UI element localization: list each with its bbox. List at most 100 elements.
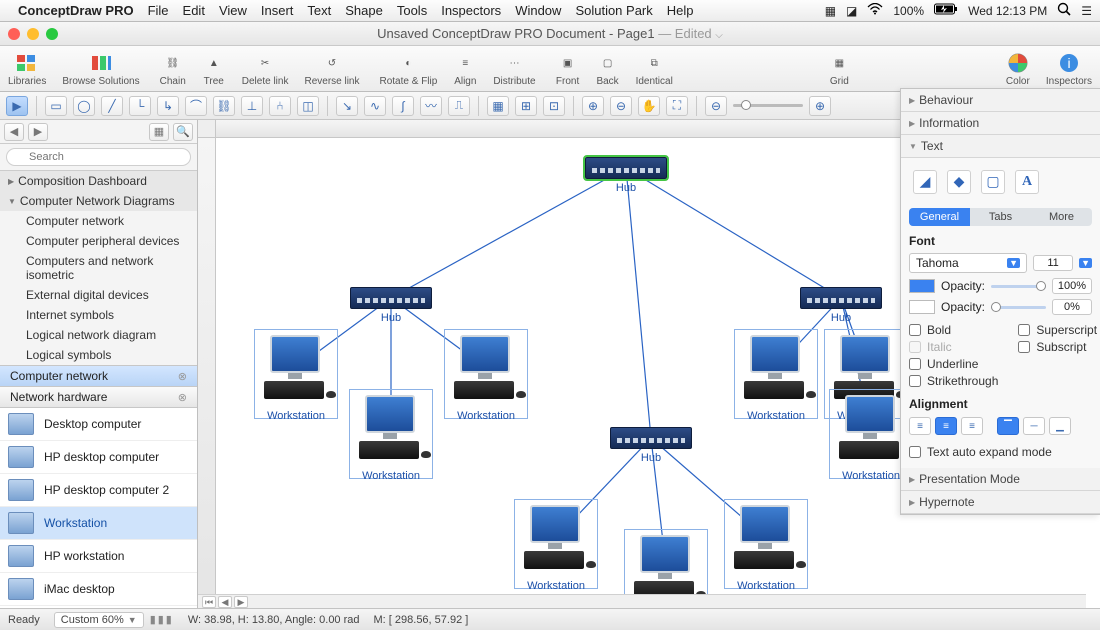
shadow-inspector-icon[interactable]: ▢ [981,170,1005,194]
tree-item[interactable]: Computers and network isometric [0,251,197,285]
delete-link-button[interactable]: ✂Delete link [240,50,291,89]
tab-more[interactable]: More [1031,208,1092,226]
workstation-shape[interactable] [450,335,522,401]
arc-tool[interactable]: ⌒ [185,96,207,116]
super-checkbox[interactable]: Superscript [1018,323,1097,337]
close-tab-icon[interactable]: ⊗ [178,370,187,383]
front-button[interactable]: ▣Front [554,50,582,89]
fill-color-swatch[interactable] [909,279,935,293]
branch-tool[interactable]: ⑃ [269,96,291,116]
tree-composition[interactable]: Composition Dashboard [0,171,197,191]
pointer-tool[interactable]: ▶ [6,96,28,116]
zoom-in-tool[interactable]: ⊕ [582,96,604,116]
view-search-button[interactable]: 🔍 [173,123,193,141]
reverse-link-button[interactable]: ↺Reverse link [302,50,361,89]
sub-checkbox[interactable]: Subscript [1018,340,1097,354]
library-tab-computer-network[interactable]: Computer network⊗ [0,366,197,387]
view-grid-button[interactable]: ▦ [149,123,169,141]
italic-checkbox[interactable]: Italic [909,340,998,354]
pan-tool[interactable]: ✋ [638,96,660,116]
library-tab-network-hardware[interactable]: Network hardware⊗ [0,387,197,408]
zoom-select[interactable]: Custom 60%▼ [54,612,144,628]
line-tool[interactable]: ╱ [101,96,123,116]
menu-inspectors[interactable]: Inspectors [441,3,501,18]
distribute-button[interactable]: ⋯Distribute [491,50,537,89]
inspector-behaviour[interactable]: Behaviour [901,89,1100,112]
menubar-clock[interactable]: Wed 12:13 PM [968,4,1047,18]
hub-shape[interactable] [610,427,692,449]
bezier-tool[interactable]: 〰 [420,96,442,116]
notification-center-icon[interactable]: ☰ [1081,4,1092,18]
ellipse-tool[interactable]: ◯ [73,96,95,116]
align-right-button[interactable]: ≡ [961,417,983,435]
align-left-button[interactable]: ≡ [909,417,931,435]
battery-icon[interactable] [934,3,958,18]
shape-item[interactable]: Workstation [0,507,197,540]
snap-grid-tool[interactable]: ▦ [487,96,509,116]
inspector-hypernote[interactable]: Hypernote [901,491,1100,514]
title-dropdown-icon[interactable]: ⌵ [715,30,723,41]
align-button[interactable]: ≡Align [451,50,479,89]
valign-bot-button[interactable]: ▁ [1049,417,1071,435]
menu-view[interactable]: View [219,3,247,18]
connector-tool[interactable]: └ [129,96,151,116]
wifi-icon[interactable] [867,3,883,18]
menu-insert[interactable]: Insert [261,3,294,18]
inspector-presentation[interactable]: Presentation Mode [901,468,1100,491]
menu-tools[interactable]: Tools [397,3,427,18]
arrow-line-tool[interactable]: ↘ [336,96,358,116]
hub-shape[interactable] [800,287,882,309]
tree-item[interactable]: Logical symbols [0,345,197,365]
bold-checkbox[interactable]: Bold [909,323,998,337]
underline-checkbox[interactable]: Underline [909,357,998,371]
tab-tabs[interactable]: Tabs [970,208,1031,226]
color-button[interactable]: Color [1004,50,1032,89]
menu-solution-park[interactable]: Solution Park [575,3,652,18]
menu-text[interactable]: Text [307,3,331,18]
tab-general[interactable]: General [909,208,970,226]
font-size-input[interactable]: 11 [1033,255,1073,271]
scroll-prev-button[interactable]: ◀ [218,596,232,608]
shape-item[interactable]: HP laptop [0,606,197,608]
spotlight-icon[interactable] [1057,2,1071,19]
workstation-shape[interactable] [730,505,802,571]
zoom-slider[interactable] [733,104,803,107]
fill-opacity-slider[interactable] [991,285,1046,288]
shape-item[interactable]: HP desktop computer 2 [0,474,197,507]
font-family-select[interactable]: Tahoma▼ [909,253,1027,273]
tree-item[interactable]: Computer peripheral devices [0,231,197,251]
menu-shape[interactable]: Shape [345,3,383,18]
line-inspector-icon[interactable]: ◆ [947,170,971,194]
hub-shape[interactable] [585,157,667,179]
workstation-shape[interactable] [630,535,702,601]
text-inspector-icon[interactable]: A [1015,170,1039,194]
horizontal-scrollbar[interactable]: ⏮ ◀ ▶ [198,594,1086,608]
round-connector-tool[interactable]: ⎍ [448,96,470,116]
snap-guides-tool[interactable]: ⊞ [515,96,537,116]
workstation-shape[interactable] [260,335,332,401]
menu-file[interactable]: File [148,3,169,18]
tree-item[interactable]: Internet symbols [0,305,197,325]
library-search-input[interactable] [6,148,191,166]
scroll-first-button[interactable]: ⏮ [202,596,216,608]
auto-expand-checkbox[interactable]: Text auto expand mode [909,445,1092,459]
tree-item[interactable]: External digital devices [0,285,197,305]
nav-fwd-button[interactable]: ▶ [28,123,48,141]
workstation-shape[interactable] [520,505,592,571]
shape-item[interactable]: HP desktop computer [0,441,197,474]
workstation-shape[interactable] [355,395,427,461]
zoom-minus-button[interactable]: ⊖ [705,96,727,116]
chain-button[interactable]: ⛓Chain [158,50,188,89]
valign-top-button[interactable]: ▔ [997,417,1019,435]
tree-item[interactable]: Logical network diagram [0,325,197,345]
hub-shape[interactable] [350,287,432,309]
shield-icon[interactable]: ◪ [846,4,857,18]
curve-tool[interactable]: ∿ [364,96,386,116]
inspector-information[interactable]: Information [901,112,1100,135]
align-center-button[interactable]: ≡ [935,417,957,435]
line-opacity-slider[interactable] [991,306,1046,309]
dashboard-icon[interactable]: ▦ [825,4,836,18]
smart-connector-tool[interactable]: ↳ [157,96,179,116]
app-name[interactable]: ConceptDraw PRO [18,3,134,18]
nav-back-button[interactable]: ◀ [4,123,24,141]
